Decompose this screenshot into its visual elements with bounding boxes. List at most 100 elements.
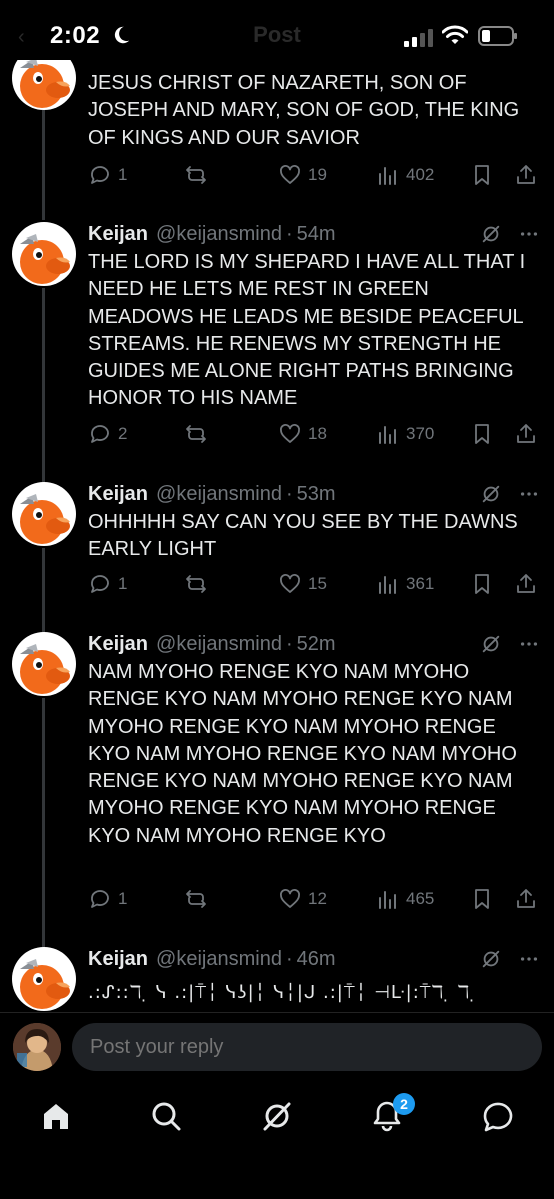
more-options-icon[interactable]: [518, 223, 540, 245]
post-header-icons: [480, 482, 540, 506]
more-options-icon[interactable]: [518, 483, 540, 505]
views-chart-icon: [379, 576, 396, 594]
display-name[interactable]: Keijan: [88, 223, 148, 246]
display-name[interactable]: Keijan: [88, 948, 148, 971]
like-button[interactable]: 12: [278, 887, 327, 911]
display-name[interactable]: Keijan: [88, 633, 148, 656]
post-header-icons: [480, 632, 540, 656]
share-icon: [517, 889, 535, 908]
avatar[interactable]: [12, 947, 76, 1011]
post-time: 46m: [296, 947, 336, 970]
reply-icon: [91, 166, 109, 184]
share-icon: [517, 424, 535, 443]
reply-button[interactable]: 1: [88, 887, 127, 911]
bird-avatar-icon: [12, 60, 76, 110]
repost-icon: [186, 166, 206, 184]
bookmark-button[interactable]: [470, 163, 494, 187]
share-button[interactable]: [514, 572, 538, 596]
thread-line: [42, 698, 45, 948]
avatar[interactable]: [12, 222, 76, 286]
like-button[interactable]: 18: [278, 422, 327, 446]
separator-dot: ·: [285, 482, 293, 505]
more-options-icon[interactable]: [518, 948, 540, 970]
repost-icon: [186, 425, 206, 443]
post-text: .:ᔑ::ℸ ̣ ᓭ .:|⍑╎ ᓭʖ|╎ ᓭ╎|ᒍ .:|⍑╎ ⊣ᒷ|:⍑ℸ …: [88, 982, 477, 1003]
reply-icon: [91, 425, 109, 443]
bottom-tab-bar: [0, 1082, 554, 1199]
like-button[interactable]: 15: [278, 572, 327, 596]
more-options-icon[interactable]: [518, 633, 540, 655]
messages-icon[interactable]: [478, 1096, 518, 1136]
post-header: Keijan @keijansmind · 52m: [88, 632, 336, 656]
wifi-icon: [442, 25, 468, 44]
heart-icon: [280, 889, 300, 908]
profile-picture-icon: [13, 1023, 61, 1071]
post-text: JESUS CHRIST OF NAZARETH, SON OF JOSEPH …: [88, 72, 520, 149]
reply-button[interactable]: 1: [88, 572, 127, 596]
post-actions: 2 18 370: [88, 422, 540, 448]
like-count: 19: [308, 165, 327, 184]
avatar[interactable]: [12, 60, 76, 110]
bird-avatar-icon: [12, 228, 76, 286]
post-text: OHHHHH SAY CAN YOU SEE BY THE DAWNS EARL…: [88, 511, 518, 561]
search-icon[interactable]: [146, 1096, 186, 1136]
post-header: Keijan @keijansmind · 54m: [88, 222, 336, 246]
bookmark-button[interactable]: [470, 887, 494, 911]
post-actions: 1 12 465: [88, 887, 540, 913]
share-button[interactable]: [514, 163, 538, 187]
user-handle[interactable]: @keijansmind: [156, 948, 282, 971]
user-handle[interactable]: @keijansmind: [156, 633, 282, 656]
thread-line: [42, 110, 45, 220]
reply-button[interactable]: 1: [88, 163, 127, 187]
views-button[interactable]: 402: [376, 163, 434, 187]
reply-button[interactable]: 2: [88, 422, 127, 446]
views-button[interactable]: 370: [376, 422, 434, 446]
bookmark-button[interactable]: [470, 572, 494, 596]
avatar[interactable]: [12, 632, 76, 696]
like-button[interactable]: 19: [278, 163, 327, 187]
grok-icon[interactable]: [257, 1096, 297, 1136]
post-header: Keijan @keijansmind · 46m: [88, 947, 336, 971]
repost-button[interactable]: [184, 163, 208, 187]
home-icon[interactable]: [36, 1096, 76, 1136]
bookmark-button[interactable]: [470, 422, 494, 446]
grok-icon[interactable]: [480, 948, 502, 970]
repost-icon: [186, 890, 206, 908]
grok-icon[interactable]: [480, 223, 502, 245]
post-header: Keijan @keijansmind · 53m: [88, 482, 336, 506]
bird-avatar-icon: [12, 488, 76, 546]
nav-title: Post: [253, 22, 301, 47]
share-icon: [517, 574, 535, 593]
post-actions: 1 19 402: [88, 163, 540, 189]
user-handle[interactable]: @keijansmind: [156, 483, 282, 506]
views-button[interactable]: 361: [376, 572, 434, 596]
post-text: NAM MYOHO RENGE KYO NAM MYOHO RENGE KYO …: [88, 661, 517, 847]
views-count: 370: [406, 424, 435, 443]
display-name[interactable]: Keijan: [88, 483, 148, 506]
bookmark-icon: [475, 424, 489, 444]
separator-dot: ·: [285, 632, 293, 655]
repost-icon: [186, 575, 206, 593]
repost-button[interactable]: [184, 422, 208, 446]
notifications-badge: 2: [393, 1093, 415, 1115]
reply-bar: [0, 1012, 554, 1082]
share-button[interactable]: [514, 887, 538, 911]
thread-line: [42, 548, 45, 634]
views-button[interactable]: 465: [376, 887, 434, 911]
views-chart-icon: [379, 891, 396, 909]
repost-button[interactable]: [184, 887, 208, 911]
heart-icon: [280, 424, 300, 443]
reply-input[interactable]: [72, 1023, 542, 1071]
user-handle[interactable]: @keijansmind: [156, 223, 282, 246]
views-chart-icon: [379, 426, 396, 444]
share-button[interactable]: [514, 422, 538, 446]
heart-icon: [280, 165, 300, 184]
grok-icon[interactable]: [480, 483, 502, 505]
avatar[interactable]: [12, 482, 76, 546]
bird-avatar-icon: [12, 638, 76, 696]
repost-button[interactable]: [184, 572, 208, 596]
separator-dot: ·: [285, 222, 293, 245]
my-avatar[interactable]: [13, 1023, 61, 1071]
grok-icon[interactable]: [480, 633, 502, 655]
reply-icon: [91, 575, 109, 593]
